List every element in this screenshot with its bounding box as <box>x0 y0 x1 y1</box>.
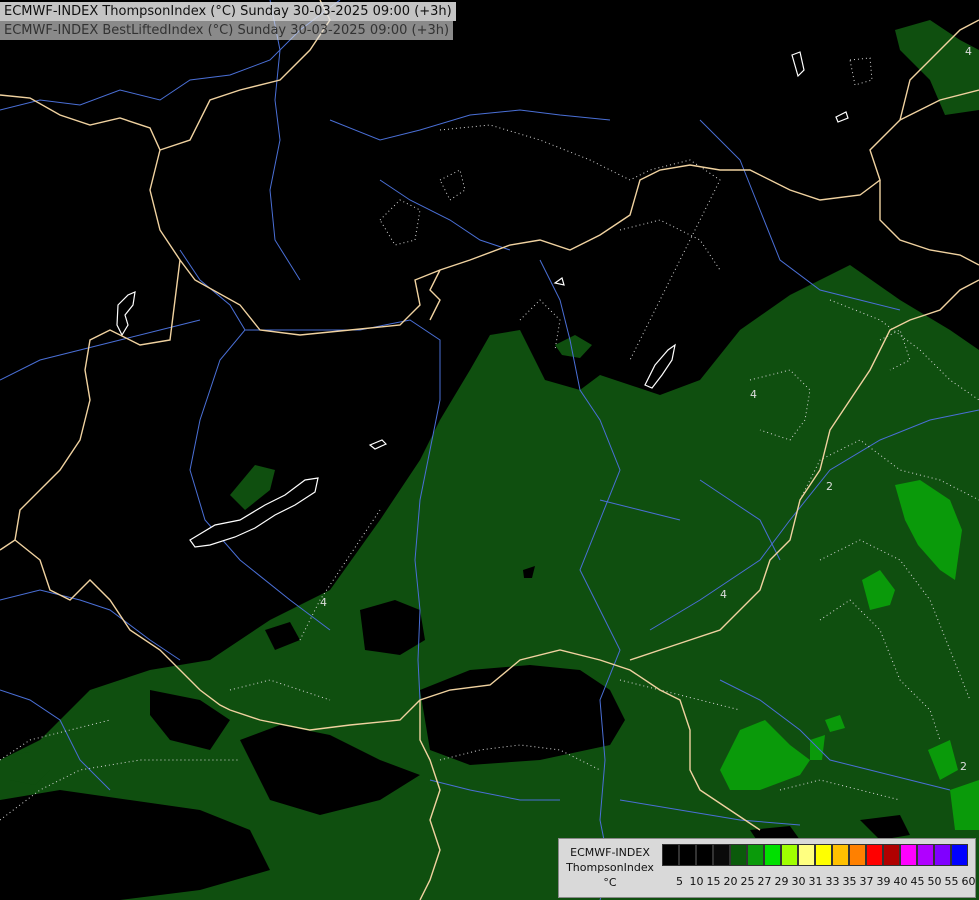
legend-tick-label: 40 <box>893 875 908 888</box>
legend-model-name: ECMWF-INDEX <box>570 846 650 859</box>
legend-swatch <box>798 844 815 866</box>
contour-label: 2 <box>960 760 967 773</box>
legend-parameter-name: ThompsonIndex <box>566 861 654 874</box>
legend-swatches <box>662 844 968 866</box>
legend-swatch <box>815 844 832 866</box>
legend-ticks: 5 10 15 20 25 27 29 30 31 33 35 37 39 40 45 50 55 60 <box>671 875 977 888</box>
contour-label: 4 <box>320 596 327 609</box>
legend-tick-label: 5 <box>676 875 683 888</box>
weather-map: 4 2 4 2 4 4 <box>0 0 979 900</box>
legend-swatch <box>662 844 679 866</box>
legend-swatch <box>917 844 934 866</box>
legend-tick-label: 35 <box>842 875 857 888</box>
legend-tick-label: 60 <box>961 875 976 888</box>
contour-label: 2 <box>826 480 833 493</box>
legend-tick-label: 45 <box>910 875 925 888</box>
contour-label: 4 <box>750 388 757 401</box>
legend-tick-label: 31 <box>808 875 823 888</box>
legend-tick-label: 15 <box>706 875 721 888</box>
legend-tick-label: 50 <box>927 875 942 888</box>
legend-swatch <box>696 844 713 866</box>
legend-tick-label: 30 <box>791 875 806 888</box>
legend-tick-label: 25 <box>740 875 755 888</box>
legend-swatch <box>713 844 730 866</box>
contour-label: 4 <box>720 588 727 601</box>
legend-swatch <box>764 844 781 866</box>
legend-tick-label: 27 <box>757 875 772 888</box>
legend-tick-label: 29 <box>774 875 789 888</box>
map-title-primary: ECMWF-INDEX ThompsonIndex (°C) Sunday 30… <box>0 2 456 21</box>
legend-tick-label: 33 <box>825 875 840 888</box>
legend-swatch <box>951 844 968 866</box>
legend-tick-label: 37 <box>859 875 874 888</box>
legend-tick-label: 39 <box>876 875 891 888</box>
color-legend: ECMWF-INDEX ThompsonIndex °C 5 10 15 20 25 27… <box>558 838 976 898</box>
contour-label: 4 <box>965 45 972 58</box>
legend-swatch <box>679 844 696 866</box>
legend-swatch <box>900 844 917 866</box>
legend-swatch <box>730 844 747 866</box>
legend-swatch <box>934 844 951 866</box>
legend-tick-label: 10 <box>689 875 704 888</box>
legend-unit: °C <box>603 876 617 889</box>
legend-tick-label: 20 <box>723 875 738 888</box>
legend-swatch <box>781 844 798 866</box>
legend-tick-label: 55 <box>944 875 959 888</box>
legend-swatch <box>866 844 883 866</box>
legend-swatch <box>883 844 900 866</box>
legend-swatch <box>832 844 849 866</box>
legend-swatch <box>747 844 764 866</box>
legend-swatch <box>849 844 866 866</box>
legend-label: ECMWF-INDEX ThompsonIndex °C <box>561 845 659 890</box>
map-title-secondary: ECMWF-INDEX BestLiftedIndex (°C) Sunday … <box>0 21 454 40</box>
